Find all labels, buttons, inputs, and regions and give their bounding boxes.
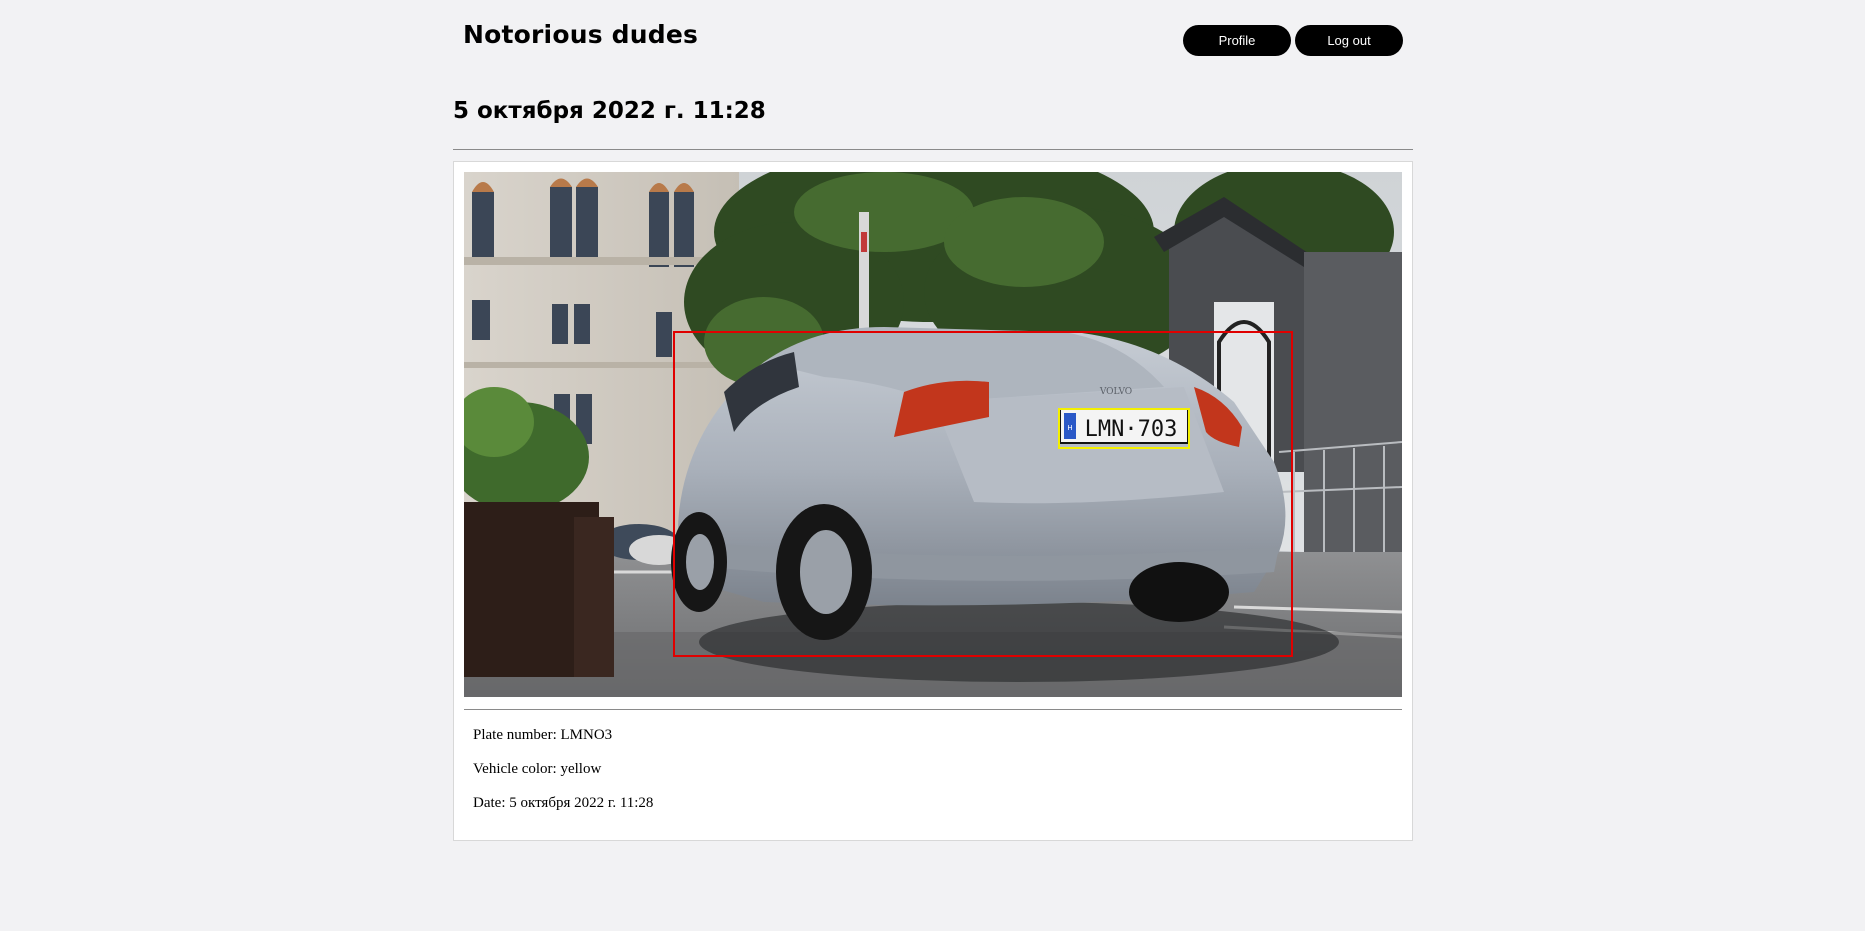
vehicle-color-label: Vehicle color: (473, 761, 561, 777)
plate-number-label: Plate number: (473, 727, 561, 743)
header: Notorious dudes Profile Log out (453, 0, 1413, 80)
page-title: 5 октября 2022 г. 11:28 (453, 98, 766, 124)
page-container: Notorious dudes Profile Log out 5 октябр… (453, 0, 1413, 841)
plate-country-code: H (1067, 424, 1072, 432)
date-value: 5 октября 2022 г. 11:28 (509, 795, 654, 811)
plate-text: LMN·703 (1085, 417, 1178, 442)
detection-card: VOLVO H LMN·703 Plate number: LMNO3 Vehi… (453, 161, 1413, 841)
date-row: Date: 5 октября 2022 г. 11:28 (473, 795, 653, 812)
vehicle-color-value: yellow (560, 761, 602, 777)
date-label: Date: (473, 795, 510, 811)
detection-details: Plate number: LMNO3 Vehicle color: yello… (473, 727, 653, 829)
divider (453, 149, 1413, 150)
car-badge-text: VOLVO (1099, 387, 1132, 397)
detection-photo: VOLVO H LMN·703 (464, 172, 1402, 697)
brand-title[interactable]: Notorious dudes (463, 20, 698, 49)
logout-button[interactable]: Log out (1295, 25, 1403, 56)
car-photo-illustration: VOLVO H LMN·703 (464, 172, 1402, 697)
header-nav: Profile Log out (1183, 25, 1403, 56)
plate-number-row: Plate number: LMNO3 (473, 727, 653, 744)
card-divider (464, 709, 1402, 710)
profile-button[interactable]: Profile (1183, 25, 1291, 56)
vehicle-color-row: Vehicle color: yellow (473, 761, 653, 778)
plate-number-value: LMNO3 (560, 727, 613, 743)
